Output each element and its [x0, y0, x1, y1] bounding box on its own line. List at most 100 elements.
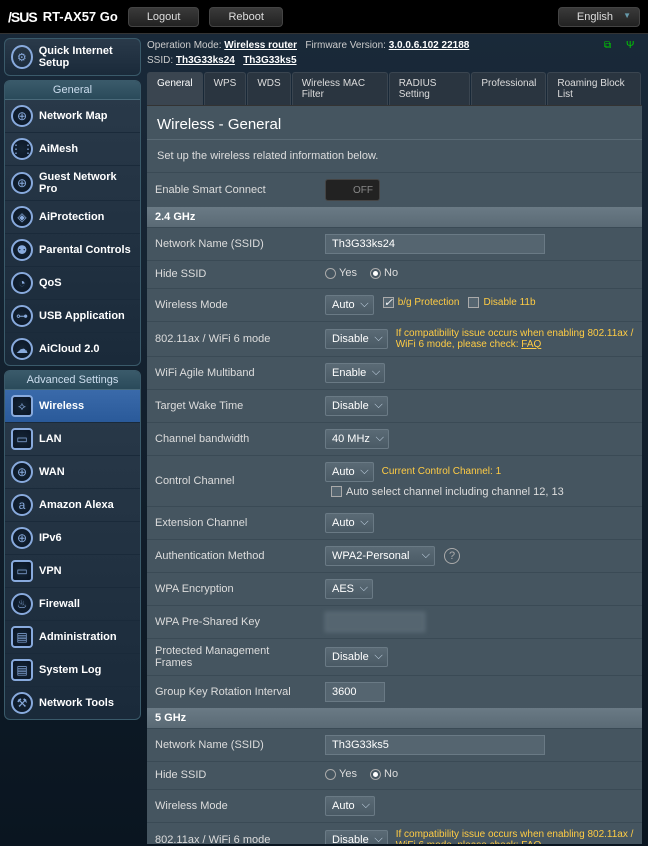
brand-logo: /SUS	[8, 9, 37, 25]
gauge-icon: ◔	[11, 272, 33, 294]
ssid-24-input[interactable]	[325, 234, 545, 254]
nav-ipv6[interactable]: ⊕IPv6	[5, 522, 140, 555]
sidebar: ⚙ Quick Internet Setup General ⊕Network …	[0, 34, 145, 844]
lan-icon: ▭	[11, 428, 33, 450]
wpaenc-24-select[interactable]: AES	[325, 579, 373, 599]
nav-firewall[interactable]: ♨Firewall	[5, 588, 140, 621]
opmode-link[interactable]: Wireless router	[224, 40, 297, 51]
tab-radius[interactable]: RADIUS Setting	[389, 72, 471, 105]
disable-11b-check[interactable]: Disable 11b	[468, 297, 535, 308]
hide-ssid-5-yes[interactable]: Yes	[325, 768, 357, 780]
alexa-icon: a	[11, 494, 33, 516]
pmf-24-select[interactable]: Disable	[325, 647, 388, 667]
agile-24-select[interactable]: Enable	[325, 363, 385, 383]
globe-icon: ⊕	[11, 105, 33, 127]
quick-setup-button[interactable]: ⚙ Quick Internet Setup	[4, 38, 141, 76]
ctrl-24-select[interactable]: Auto	[325, 462, 374, 482]
nav-admin[interactable]: ▤Administration	[5, 621, 140, 654]
ax-5-warning: If compatibility issue occurs when enabl…	[396, 829, 634, 845]
general-header: General	[5, 81, 140, 100]
tab-bar: General WPS WDS Wireless MAC Filter RADI…	[147, 72, 642, 106]
brand: /SUS RT-AX57 Go	[8, 9, 118, 25]
nav-syslog[interactable]: ▤System Log	[5, 654, 140, 687]
bg-protection-check[interactable]: b/g Protection	[383, 297, 460, 308]
faq-link-5[interactable]: FAQ	[521, 840, 541, 845]
logout-button[interactable]: Logout	[128, 7, 200, 27]
vpn-icon: ▭	[11, 560, 33, 582]
quick-setup-label: Quick Internet Setup	[39, 45, 134, 69]
nav-vpn[interactable]: ▭VPN	[5, 555, 140, 588]
nav-network-map[interactable]: ⊕Network Map	[5, 100, 140, 133]
nav-nettools[interactable]: ⚒Network Tools	[5, 687, 140, 719]
nav-parental[interactable]: ⚉Parental Controls	[5, 234, 140, 267]
cloud-icon: ☁	[11, 338, 33, 360]
band-24-header: 2.4 GHz	[147, 207, 642, 227]
ax-24-warning: If compatibility issue occurs when enabl…	[396, 328, 634, 350]
help-icon[interactable]: ?	[444, 548, 460, 564]
reboot-button[interactable]: Reboot	[209, 7, 282, 27]
ax-24-select[interactable]: Disable	[325, 329, 388, 349]
auto-ch12-13-check[interactable]: Auto select channel including channel 12…	[331, 486, 564, 498]
hide-ssid-24-yes[interactable]: Yes	[325, 267, 357, 279]
twt-24-select[interactable]: Disable	[325, 396, 388, 416]
ax-5-select[interactable]: Disable	[325, 830, 388, 845]
globe-icon: ⊕	[11, 461, 33, 483]
auth-24-select[interactable]: WPA2-Personal	[325, 546, 435, 566]
mode-24-select[interactable]: Auto	[325, 295, 374, 315]
top-bar: /SUS RT-AX57 Go Logout Reboot English	[0, 0, 648, 34]
nav-aiprotection[interactable]: ◈AiProtection	[5, 201, 140, 234]
tab-general[interactable]: General	[147, 72, 203, 105]
tab-wps[interactable]: WPS	[204, 72, 247, 105]
language-select[interactable]: English	[558, 7, 640, 27]
ssid-5-input[interactable]	[325, 735, 545, 755]
nav-guest-network[interactable]: ⊕Guest Network Pro	[5, 166, 140, 201]
wifi-icon: ⟡	[11, 395, 33, 417]
globe-icon: ⊕	[11, 172, 33, 194]
nav-aimesh[interactable]: ⋮⋮AiMesh	[5, 133, 140, 166]
log-icon: ▤	[11, 659, 33, 681]
nav-wan[interactable]: ⊕WAN	[5, 456, 140, 489]
panel-desc: Set up the wireless related information …	[147, 140, 642, 172]
usb-status-icon[interactable]: Ψ	[626, 40, 642, 52]
nav-alexa[interactable]: aAmazon Alexa	[5, 489, 140, 522]
fire-icon: ♨	[11, 593, 33, 615]
tab-professional[interactable]: Professional	[471, 72, 546, 105]
panel-title: Wireless - General	[147, 106, 642, 140]
ext-24-select[interactable]: Auto	[325, 513, 374, 533]
link-icon[interactable]: ⧉	[604, 40, 620, 52]
psk-24-input[interactable]	[325, 612, 425, 632]
nav-qos[interactable]: ◔QoS	[5, 267, 140, 300]
meta-line-1: ⧉ Ψ Operation Mode: Wireless router Firm…	[147, 38, 642, 53]
tab-roaming[interactable]: Roaming Block List	[547, 72, 641, 105]
nav-lan[interactable]: ▭LAN	[5, 423, 140, 456]
model-name: RT-AX57 Go	[43, 9, 118, 24]
people-icon: ⚉	[11, 239, 33, 261]
shield-icon: ◈	[11, 206, 33, 228]
smart-connect-toggle[interactable]: OFF	[325, 179, 380, 201]
firmware-link[interactable]: 3.0.0.6.102 22188	[389, 40, 470, 51]
usb-icon: ⊶	[11, 305, 33, 327]
tab-macfilter[interactable]: Wireless MAC Filter	[292, 72, 388, 105]
settings-panel: Wireless - General Set up the wireless r…	[147, 106, 642, 844]
nav-usb[interactable]: ⊶USB Application	[5, 300, 140, 333]
mode-5-select[interactable]: Auto	[325, 796, 375, 816]
sidebar-general-group: General ⊕Network Map ⋮⋮AiMesh ⊕Guest Net…	[4, 80, 141, 366]
faq-link[interactable]: FAQ	[521, 339, 541, 350]
tab-wds[interactable]: WDS	[247, 72, 290, 105]
mesh-icon: ⋮⋮	[11, 138, 33, 160]
bw-24-select[interactable]: 40 MHz	[325, 429, 389, 449]
nav-wireless[interactable]: ⟡Wireless	[5, 390, 140, 423]
admin-icon: ▤	[11, 626, 33, 648]
band-5-header: 5 GHz	[147, 708, 642, 728]
setup-icon: ⚙	[11, 45, 33, 69]
tools-icon: ⚒	[11, 692, 33, 714]
gkri-24-input[interactable]	[325, 682, 385, 702]
nav-aicloud[interactable]: ☁AiCloud 2.0	[5, 333, 140, 365]
hide-ssid-24-no[interactable]: No	[370, 267, 398, 279]
meta-line-2: SSID: Th3G33ks24 Th3G33ks5	[147, 53, 642, 68]
smart-connect-label: Enable Smart Connect	[147, 173, 317, 208]
ipv6-icon: ⊕	[11, 527, 33, 549]
ctrl-24-current: Current Control Channel: 1	[382, 466, 502, 477]
sidebar-advanced-group: Advanced Settings ⟡Wireless ▭LAN ⊕WAN aA…	[4, 370, 141, 720]
hide-ssid-5-no[interactable]: No	[370, 768, 398, 780]
